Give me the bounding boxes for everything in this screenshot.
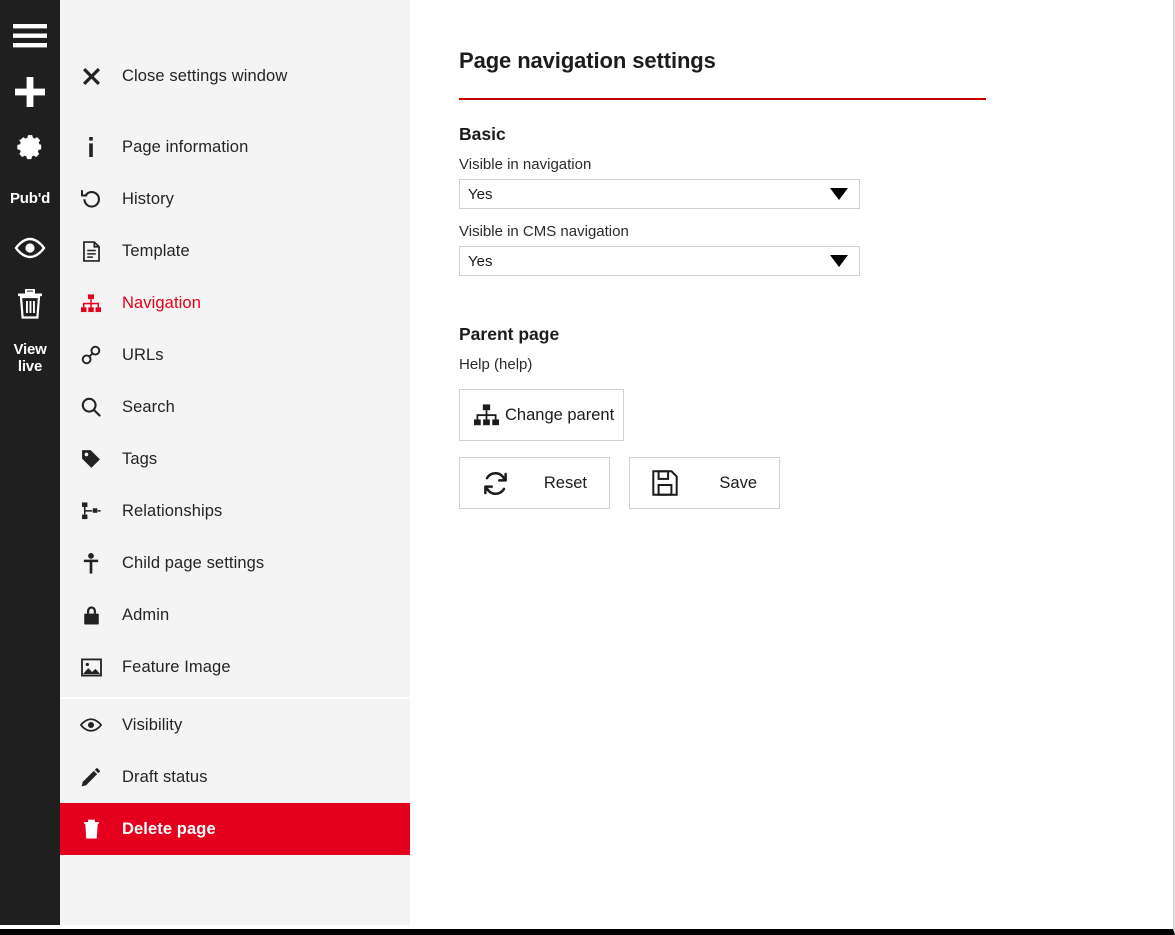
visible-in-cms-navigation-value: Yes	[468, 252, 493, 270]
settings-panel: Close settings window Page information H…	[60, 0, 410, 925]
sidebar-label: Search	[122, 397, 175, 416]
sidebar-item-feature-image[interactable]: Feature Image	[60, 641, 410, 693]
trash-icon	[60, 819, 122, 839]
refresh-icon	[482, 470, 509, 497]
search-icon	[60, 397, 122, 417]
visible-in-navigation-select[interactable]: Yes	[459, 179, 860, 209]
sidebar-label: Visibility	[122, 715, 183, 734]
save-label: Save	[719, 473, 757, 492]
left-icon-rail: Pub'd View live	[0, 0, 60, 925]
reset-button[interactable]: Reset	[459, 457, 610, 509]
application-window: Pub'd View live Close settings window Pa…	[0, 0, 1175, 935]
sidebar-label: Draft status	[122, 767, 208, 786]
page-title: Page navigation settings	[459, 48, 716, 73]
parent-page-section: Parent page Help (help) Change parent Re…	[459, 324, 1173, 509]
sidebar-label: Navigation	[122, 293, 201, 312]
sidebar-label: Relationships	[122, 501, 223, 520]
eye-icon	[60, 718, 122, 732]
trash-icon	[17, 289, 43, 319]
tag-icon	[60, 449, 122, 469]
sidebar-item-visibility[interactable]: Visibility	[60, 699, 410, 751]
preview-button[interactable]	[0, 220, 60, 276]
pencil-icon	[60, 767, 122, 787]
settings-menu-primary: Page information History Template Naviga…	[60, 121, 410, 693]
sidebar-item-relationships[interactable]: Relationships	[60, 485, 410, 537]
sidebar-item-template[interactable]: Template	[60, 225, 410, 277]
change-parent-label: Change parent	[505, 405, 615, 424]
plus-icon	[15, 77, 45, 107]
lock-icon	[60, 605, 122, 625]
gear-icon	[15, 133, 45, 163]
basic-section: Basic Visible in navigation Yes Visible …	[459, 124, 1173, 276]
close-settings-label: Close settings window	[122, 66, 288, 85]
sidebar-label: Delete page	[122, 819, 216, 838]
change-parent-button[interactable]: Change parent	[459, 389, 624, 441]
publish-status-text: Pub'd	[9, 189, 51, 207]
sidebar-label: URLs	[122, 345, 164, 364]
parent-page-help-text: Help (help)	[459, 356, 533, 373]
settings-button[interactable]	[0, 120, 60, 176]
basic-section-heading: Basic	[459, 124, 506, 144]
floppy-disk-icon	[652, 470, 678, 496]
close-settings-window-button[interactable]: Close settings window	[60, 50, 410, 102]
visible-in-cms-navigation-select[interactable]: Yes	[459, 246, 860, 276]
menu-toggle-button[interactable]	[0, 8, 60, 64]
sidebar-item-admin[interactable]: Admin	[60, 589, 410, 641]
add-page-button[interactable]	[0, 64, 60, 120]
view-live-label[interactable]: View live	[0, 332, 60, 384]
sidebar-label: History	[122, 189, 175, 208]
sidebar-item-urls[interactable]: URLs	[60, 329, 410, 381]
visible-in-navigation-label: Visible in navigation	[459, 156, 592, 173]
settings-menu-secondary: Visibility Draft status Delete page	[60, 697, 410, 855]
delete-button[interactable]	[0, 276, 60, 332]
sitemap-icon	[474, 404, 499, 426]
visible-in-navigation-select-wrap: Yes	[459, 179, 860, 209]
sidebar-label: Page information	[122, 137, 249, 156]
person-icon	[60, 552, 122, 574]
sidebar-item-search[interactable]: Search	[60, 381, 410, 433]
image-icon	[60, 658, 122, 677]
save-button[interactable]: Save	[629, 457, 780, 509]
view-live-line1: View	[13, 341, 47, 358]
info-icon	[60, 137, 122, 157]
reset-label: Reset	[543, 473, 587, 492]
visible-in-navigation-value: Yes	[468, 185, 493, 203]
main-content: Page navigation settings Basic Visible i…	[410, 0, 1173, 925]
title-divider	[459, 98, 986, 100]
sidebar-item-page-information[interactable]: Page information	[60, 121, 410, 173]
hamburger-icon	[13, 23, 47, 49]
eye-icon	[13, 237, 47, 259]
close-icon	[60, 67, 122, 85]
sidebar-item-tags[interactable]: Tags	[60, 433, 410, 485]
view-live-line2: live	[17, 358, 43, 375]
visible-in-cms-navigation-label: Visible in CMS navigation	[459, 223, 629, 240]
document-icon	[60, 240, 122, 262]
sidebar-label: Template	[122, 241, 190, 260]
sidebar-item-navigation[interactable]: Navigation	[60, 277, 410, 329]
relationships-icon	[60, 502, 122, 520]
sidebar-item-child-page-settings[interactable]: Child page settings	[60, 537, 410, 589]
sidebar-item-draft-status[interactable]: Draft status	[60, 751, 410, 803]
visible-in-cms-navigation-select-wrap: Yes	[459, 246, 860, 276]
action-button-row: Reset Save	[459, 457, 1173, 509]
link-icon	[60, 345, 122, 365]
sidebar-label: Child page settings	[122, 553, 265, 572]
sidebar-label: Admin	[122, 605, 170, 624]
parent-page-heading: Parent page	[459, 324, 560, 344]
sidebar-label: Feature Image	[122, 657, 231, 676]
sidebar-item-history[interactable]: History	[60, 173, 410, 225]
sidebar-label: Tags	[122, 449, 158, 468]
publish-status-label[interactable]: Pub'd	[0, 176, 60, 220]
sidebar-item-delete-page[interactable]: Delete page	[60, 803, 410, 855]
history-icon	[60, 189, 122, 210]
sitemap-icon	[60, 293, 122, 313]
